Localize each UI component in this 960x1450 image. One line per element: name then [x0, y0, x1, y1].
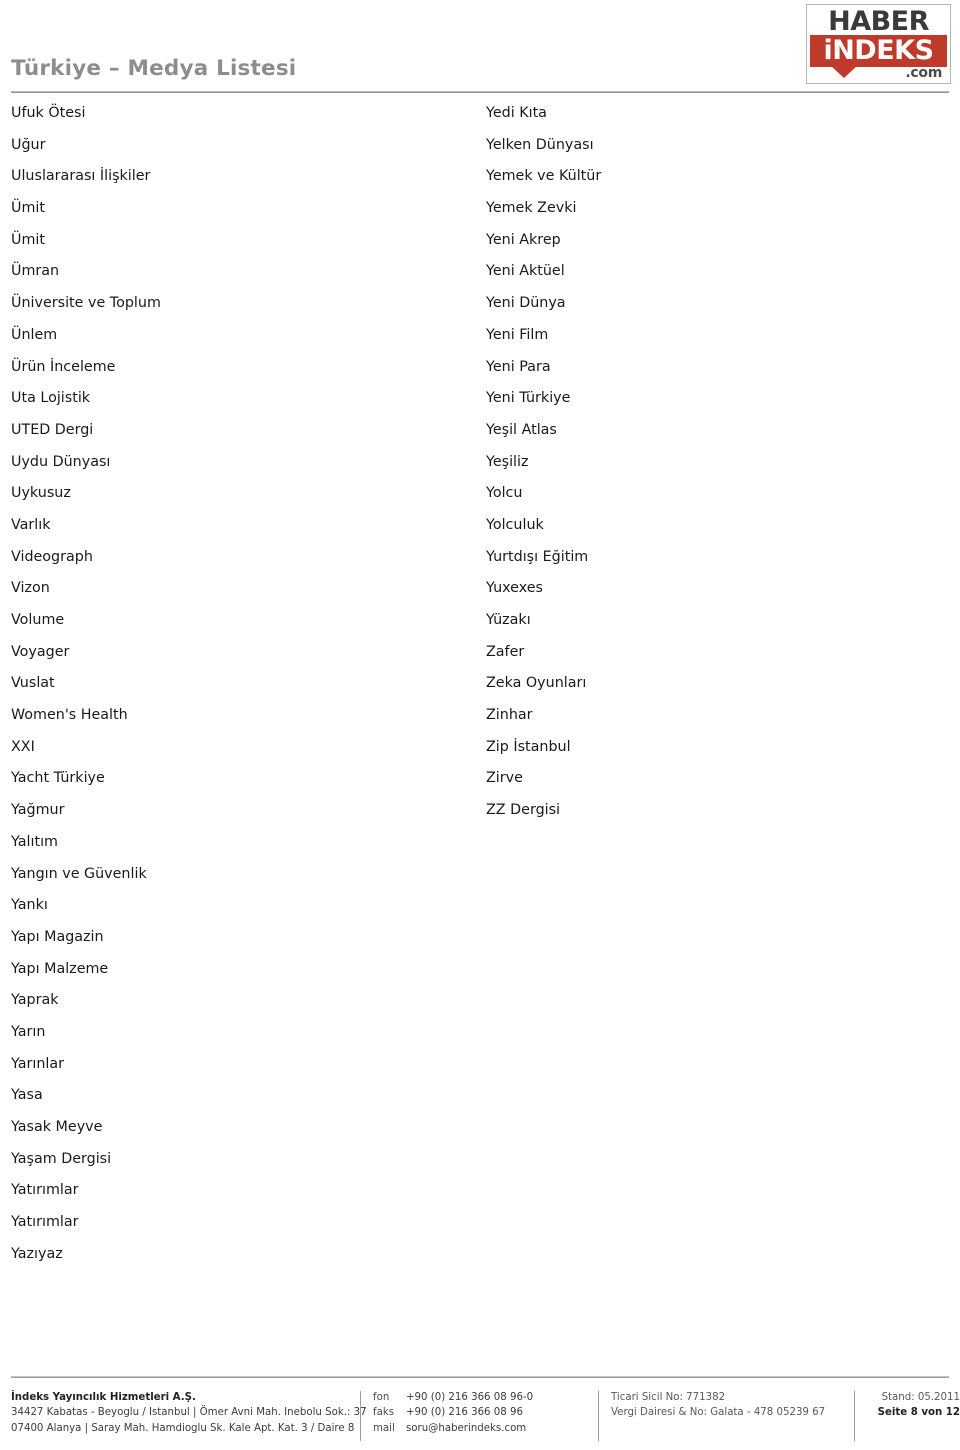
footer-mail-label: mail [373, 1422, 395, 1434]
footer-fax-label: faks [373, 1407, 395, 1419]
media-list-item: Yazıyaz [11, 1245, 63, 1262]
media-list-item: Vizon [11, 580, 50, 597]
media-list-item: Yağmur [11, 802, 65, 819]
media-list-item: Yüzakı [486, 612, 531, 628]
media-list-item: Women's Health [11, 707, 128, 724]
media-list-content: Ufuk Ötesi Uğur Uluslararası İlişkiler Ümit… [0, 98, 960, 1370]
media-list-item: Ürün İnceleme [11, 358, 116, 375]
logo-indeks-text: iNDEKS [823, 35, 934, 66]
media-list-item: UTED Dergi [11, 421, 94, 438]
media-list-item: Zeka Oyunları [486, 675, 587, 692]
media-list-item: Uğur [11, 136, 46, 153]
media-list-item: Yeni Türkiye [486, 390, 571, 407]
footer-address-line-2: 07400 Alanya | Saray Mah. Hamdioglu Sk. … [11, 1422, 355, 1434]
media-list-item: Yeni Akrep [486, 231, 561, 248]
media-list-item: Yeni Aktüel [486, 263, 565, 280]
footer-company-block: İndeks Yayıncılık Hizmetleri A.Ş. 34427 … [11, 1390, 367, 1436]
media-list-item: Voyager [11, 643, 70, 660]
footer-columns: İndeks Yayıncılık Hizmetleri A.Ş. 34427 … [11, 1390, 960, 1442]
media-list-item: Yurtdışı Eğitim [486, 548, 589, 565]
footer-stand-block: Stand: 05.2011 Seite 8 von 12 [866, 1390, 960, 1421]
media-list-item: Uydu Dünyası [11, 453, 111, 470]
media-list-item: Yatırımlar [11, 1214, 79, 1231]
media-list-item: Yarınlar [11, 1055, 65, 1072]
media-list-item: Yelken Dünyası [486, 136, 594, 153]
media-list-item: Vuslat [11, 675, 55, 692]
footer-phone-value: +90 (0) 216 366 08 96-0 [406, 1392, 534, 1403]
media-list-item: Yedi Kıta [486, 105, 547, 121]
header-divider [11, 91, 949, 93]
media-list-item: Yolcu [486, 485, 523, 502]
media-list-item: Ünlem [11, 326, 58, 343]
media-list-item: Yaprak [11, 992, 59, 1009]
footer-trade-registry: Ticari Sicil No: 771382 [611, 1392, 726, 1403]
media-list-item: Uta Lojistik [11, 390, 91, 407]
footer-contact-block: fon +90 (0) 216 366 08 96-0 faks +90 (0)… [373, 1390, 588, 1436]
media-list-item: Üniversite ve Toplum [11, 295, 161, 312]
logo-domain-text: .com [905, 65, 942, 81]
media-list-item: Yasak Meyve [11, 1119, 103, 1135]
media-list-item: Yeşiliz [486, 453, 529, 470]
media-list-item: Ümit [11, 231, 45, 248]
media-list-item: ZZ Dergisi [486, 802, 561, 819]
logo-haber-text: HABER [828, 6, 929, 37]
media-list-item: Yeşil Atlas [486, 421, 557, 438]
footer-page-number: Seite 8 von 12 [877, 1407, 960, 1419]
footer-address-line-1: 34427 Kabatas - Beyoglu / Istanbul | Öme… [11, 1407, 367, 1419]
media-list-item: Varlık [11, 516, 51, 533]
haberindeks-logo: HABER iNDEKS .com [806, 4, 951, 84]
page-title: Türkiye – Medya Listesi [11, 56, 297, 81]
logo-banner-arrow-icon [831, 66, 857, 78]
footer-fax-value: +90 (0) 216 366 08 96 [406, 1407, 523, 1419]
media-list-item: Uykusuz [11, 485, 71, 502]
media-list-item: Yeni Para [486, 358, 551, 375]
footer-company-name: İndeks Yayıncılık Hizmetleri A.Ş. [11, 1392, 196, 1403]
footer-mail-row: mail soru@haberindeks.com [373, 1421, 588, 1436]
footer-legal-block: Ticari Sicil No: 771382 Vergi Dairesi & … [611, 1390, 856, 1421]
footer-tax-office: Vergi Dairesi & No: Galata - 478 05239 6… [611, 1407, 826, 1419]
footer-phone-row: fon +90 (0) 216 366 08 96-0 [373, 1390, 588, 1405]
media-list-column-right: Yedi Kıta Yelken Dünyası Yemek ve Kültür Ye… [486, 98, 926, 827]
media-list-item: Yuxexes [486, 580, 543, 597]
media-list-item: Yaşam Dergisi [11, 1150, 112, 1167]
media-list-item: Ümran [11, 263, 60, 280]
media-list-item: Volume [11, 612, 65, 628]
footer-stand-date: Stand: 05.2011 [881, 1392, 960, 1403]
media-list-item: XXI [11, 738, 35, 755]
page-header: Türkiye – Medya Listesi HABER iNDEKS .co… [0, 0, 960, 98]
media-list-item: Ufuk Ötesi [11, 105, 86, 121]
media-list-column-left: Ufuk Ötesi Uğur Uluslararası İlişkiler Ümit… [11, 98, 451, 1270]
media-list-item: Yacht Türkiye [11, 770, 105, 787]
media-list-item: Yatırımlar [11, 1182, 79, 1199]
media-list-item: Yasa [11, 1087, 43, 1104]
media-list-item: Ümit [11, 200, 45, 217]
media-list-item: Yeni Dünya [486, 295, 566, 312]
media-list-item: Zirve [486, 770, 523, 787]
footer-fax-row: faks +90 (0) 216 366 08 96 [373, 1405, 588, 1420]
media-list-item: Uluslararası İlişkiler [11, 168, 151, 185]
media-list-item: Yemek Zevki [486, 200, 577, 217]
media-list-item: Yankı [11, 897, 48, 914]
media-list-item: Yangın ve Güvenlik [11, 865, 147, 882]
footer-divider [11, 1376, 949, 1378]
media-list-item: Zafer [486, 643, 525, 660]
footer-separator [598, 1391, 599, 1441]
media-list-item: Zip İstanbul [486, 738, 571, 755]
media-list-item: Yapı Malzeme [11, 960, 109, 977]
document-page: Türkiye – Medya Listesi HABER iNDEKS .co… [0, 0, 960, 1450]
media-list-item: Zinhar [486, 707, 533, 724]
media-list-item: Yapı Magazin [11, 928, 104, 945]
footer-mail-value[interactable]: soru@haberindeks.com [406, 1421, 526, 1436]
media-list-item: Yemek ve Kültür [486, 168, 602, 185]
media-list-item: Yarın [11, 1023, 46, 1040]
media-list-item: Yolculuk [486, 516, 544, 533]
page-footer: İndeks Yayıncılık Hizmetleri A.Ş. 34427 … [0, 1368, 960, 1450]
media-list-item: Videograph [11, 548, 93, 565]
media-list-item: Yeni Film [486, 326, 549, 343]
media-list-item: Yalıtım [11, 833, 58, 850]
footer-phone-label: fon [373, 1392, 390, 1403]
